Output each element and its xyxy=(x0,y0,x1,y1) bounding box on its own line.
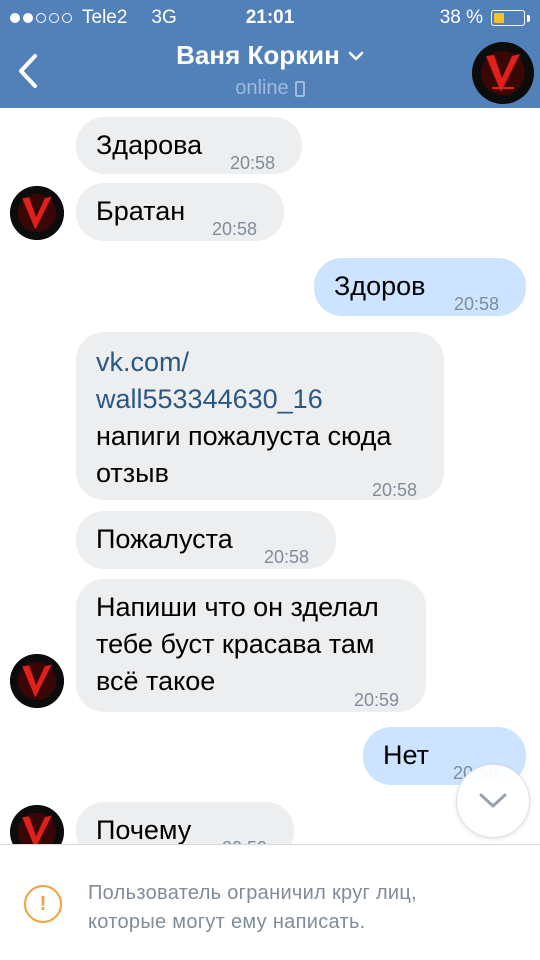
notice-text-line: которые могут ему написать. xyxy=(88,911,366,933)
avatar-logo-icon xyxy=(10,805,64,844)
sender-avatar[interactable] xyxy=(10,805,64,844)
battery-percent: 38 % xyxy=(439,7,483,28)
message-link[interactable]: vk.com/ xyxy=(96,344,189,381)
avatar-logo-icon xyxy=(472,42,534,104)
message-time: 20:59 xyxy=(222,830,267,844)
message-text: Нет xyxy=(383,740,429,770)
mobile-phone-icon xyxy=(294,80,305,97)
message-time: 20:58 xyxy=(264,547,310,567)
message-time: 20:58 xyxy=(372,480,418,500)
message-text: Пожалуста xyxy=(96,524,233,554)
message-bubble-incoming[interactable]: Братан 20:58 xyxy=(76,183,284,241)
message-bubble-incoming[interactable]: Напиши что он зделал тебе буст красава т… xyxy=(76,579,426,712)
chevron-left-icon xyxy=(19,54,37,88)
avatar-logo-icon xyxy=(10,186,64,240)
chevron-down-icon xyxy=(479,793,507,808)
message-bubble-incoming[interactable]: Почему 20:59 xyxy=(76,802,294,844)
scroll-to-bottom-button[interactable] xyxy=(456,764,530,838)
conversation-title[interactable]: Ваня Коркин online xyxy=(110,40,430,100)
message-text: Почему xyxy=(96,815,192,844)
sender-avatar[interactable] xyxy=(10,654,64,708)
message-text: напиги пожалуста сюда xyxy=(96,421,392,451)
contact-avatar[interactable] xyxy=(472,42,534,104)
message-bubble-outgoing[interactable]: Здоров 20:58 xyxy=(314,258,526,316)
message-text: тебе буст красава там xyxy=(96,629,375,659)
message-time: 20:59 xyxy=(354,690,400,710)
write-restriction-notice: ! Пользователь ограничил круг лиц, котор… xyxy=(0,844,540,960)
message-time: 20:58 xyxy=(454,294,500,314)
warning-icon: ! xyxy=(24,885,62,923)
online-status: online xyxy=(235,77,289,99)
message-time: 20:58 xyxy=(212,219,258,239)
chat-header: Tele2 3G 21:01 38 % Ваня Коркин online xyxy=(0,0,540,108)
message-list[interactable]: Здарова 20:58 Братан 20:58 Здоров 20:58 … xyxy=(0,108,540,844)
avatar-logo-icon xyxy=(10,654,64,708)
chevron-down-icon xyxy=(348,51,364,60)
contact-name: Ваня Коркин xyxy=(176,40,340,70)
message-text: Братан xyxy=(96,196,186,226)
back-button[interactable] xyxy=(6,46,50,96)
sender-avatar[interactable] xyxy=(10,186,64,240)
message-text: всё такое xyxy=(96,666,216,696)
message-bubble-incoming[interactable]: vk.com/ wall553344630_16 напиги пожалуст… xyxy=(76,332,444,500)
message-text: отзыв xyxy=(96,458,169,488)
message-text: Здарова xyxy=(96,130,203,160)
message-time: 20:58 xyxy=(230,153,276,173)
message-bubble-incoming[interactable]: Пожалуста 20:58 xyxy=(76,511,336,569)
status-bar: Tele2 3G 21:01 38 % xyxy=(0,0,540,36)
message-text: Напиши что он зделал xyxy=(96,592,379,622)
message-link[interactable]: wall553344630_16 xyxy=(96,381,323,418)
battery-icon xyxy=(491,10,525,26)
message-bubble-incoming[interactable]: Здарова 20:58 xyxy=(76,117,302,174)
message-text: Здоров xyxy=(334,271,426,301)
notice-text-line: Пользователь ограничил круг лиц, xyxy=(88,882,417,904)
